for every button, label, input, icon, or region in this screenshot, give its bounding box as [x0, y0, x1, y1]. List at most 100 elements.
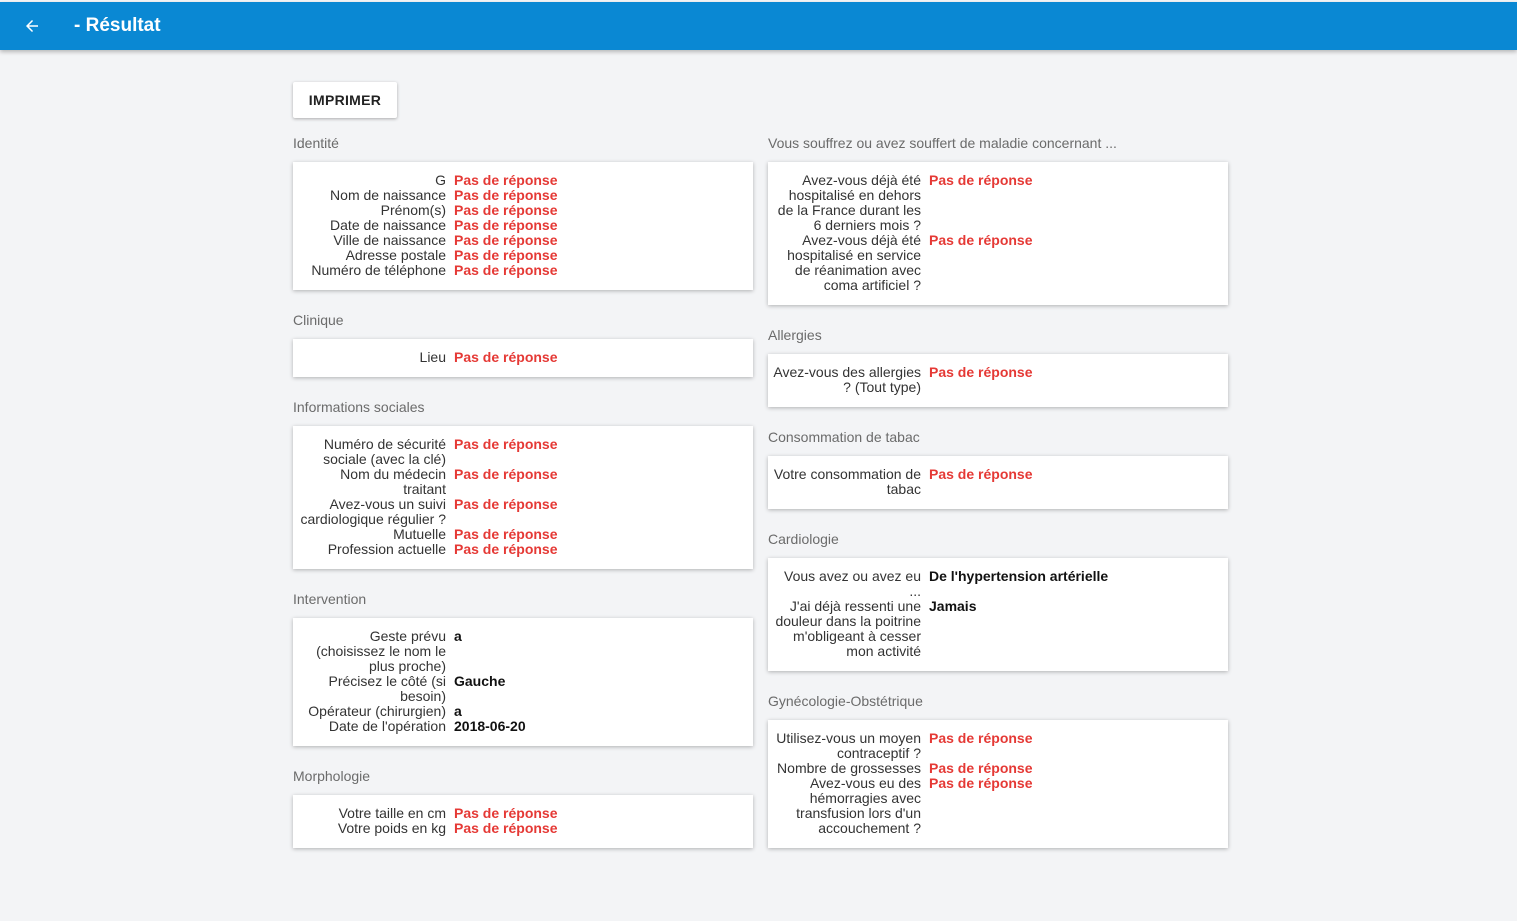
section-title-vous-souffrez-ou-avez-souffert-de-maladi: Vous souffrez ou avez souffert de maladi…	[768, 135, 1117, 151]
section-card-clinique: Lieu Pas de réponse	[293, 339, 753, 377]
question-label: Adresse postale	[345, 247, 446, 263]
question-label: Avez-vous déjà été hospitalisé en dehors…	[777, 172, 921, 233]
answer-row: Opérateur (chirurgien) a	[293, 704, 753, 719]
no-answer-value: Pas de réponse	[454, 349, 558, 365]
answer-value: De l'hypertension artérielle	[929, 568, 1109, 584]
answer-value: Jamais	[929, 598, 977, 614]
answer-row: Nombre de grossesses Pas de réponse	[768, 761, 1228, 776]
section-card-identite: G Pas de réponse Nom de naissance Pas de ré…	[293, 162, 753, 290]
answer-row: G Pas de réponse	[293, 173, 753, 188]
no-answer-value: Pas de réponse	[454, 247, 558, 263]
section-title-informations-sociales: Informations sociales	[293, 399, 425, 415]
section-card-gynecologie-obstetrique: Utilisez-vous un moyen contraceptif ? Pas…	[768, 720, 1228, 848]
question-label: Nom du médecin traitant	[340, 466, 446, 497]
question-label: G	[435, 172, 446, 188]
question-label: Numéro de téléphone	[311, 262, 446, 278]
answer-row: Avez-vous eu des hémorragies avec transf…	[768, 776, 1228, 836]
question-label: Avez-vous déjà été hospitalisé en servic…	[787, 232, 921, 293]
answer-row: Votre consommation de tabac Pas de répons…	[768, 467, 1228, 497]
answer-row: Votre taille en cm Pas de réponse	[293, 806, 753, 821]
answer-row: Date de l'opération 2018-06-20	[293, 719, 753, 734]
question-label: Opérateur (chirurgien)	[308, 703, 446, 719]
answer-row: Vous avez ou avez eu ... De l'hypertensio…	[768, 569, 1228, 599]
answer-row: Profession actuelle Pas de réponse	[293, 542, 753, 557]
question-label: Utilisez-vous un moyen contraceptif ?	[776, 730, 921, 761]
question-label: Nom de naissance	[330, 187, 446, 203]
section-card-cardiologie: Vous avez ou avez eu ... De l'hypertensio…	[768, 558, 1228, 671]
answer-row: Avez-vous déjà été hospitalisé en dehors…	[768, 173, 1228, 233]
answer-row: J'ai déjà ressenti une douleur dans la p…	[768, 599, 1228, 659]
section-title-intervention: Intervention	[293, 591, 367, 607]
no-answer-value: Pas de réponse	[929, 775, 1033, 791]
print-button[interactable]: IMPRIMER	[293, 82, 397, 118]
answer-row: Votre poids en kg Pas de réponse	[293, 821, 753, 836]
question-label: Votre poids en kg	[337, 820, 446, 836]
question-label: Votre consommation de tabac	[773, 466, 921, 497]
no-answer-value: Pas de réponse	[454, 466, 558, 482]
no-answer-value: Pas de réponse	[454, 187, 558, 203]
no-answer-value: Pas de réponse	[454, 232, 558, 248]
no-answer-value: Pas de réponse	[454, 496, 558, 512]
no-answer-value: Pas de réponse	[454, 436, 558, 452]
section-title-cardiologie: Cardiologie	[768, 531, 839, 547]
app-header: - Résultat	[0, 2, 1517, 50]
question-label: Avez-vous des allergies ? (Tout type)	[773, 364, 921, 395]
answer-row: Précisez le côté (si besoin) Gauche	[293, 674, 753, 704]
question-label: Mutuelle	[393, 526, 446, 542]
section-title-gynecologie-obstetrique: Gynécologie-Obstétrique	[768, 693, 923, 709]
answer-row: Avez-vous des allergies ? (Tout type) Pas…	[768, 365, 1228, 395]
back-button[interactable]	[20, 14, 44, 38]
section-card-vous-souffrez-ou-avez-souffert-de-maladi: Avez-vous déjà été hospitalisé en dehors…	[768, 162, 1228, 305]
no-answer-value: Pas de réponse	[929, 172, 1033, 188]
no-answer-value: Pas de réponse	[929, 730, 1033, 746]
section-card-consommation-de-tabac: Votre consommation de tabac Pas de répons…	[768, 456, 1228, 509]
left-column: Identité G Pas de réponse Nom de naissance P…	[293, 135, 753, 870]
question-label: Date de l'opération	[328, 718, 446, 734]
answer-row: Utilisez-vous un moyen contraceptif ? Pas…	[768, 731, 1228, 761]
question-label: Votre taille en cm	[338, 805, 446, 821]
answer-row: Mutuelle Pas de réponse	[293, 527, 753, 542]
answer-row: Geste prévu (choisissez le nom le plus p…	[293, 629, 753, 674]
no-answer-value: Pas de réponse	[454, 805, 558, 821]
question-label: Ville de naissance	[333, 232, 446, 248]
no-answer-value: Pas de réponse	[929, 232, 1033, 248]
answer-value: a	[454, 628, 462, 644]
question-label: Numéro de sécurité sociale (avec la clé)	[323, 436, 446, 467]
section-title-clinique: Clinique	[293, 312, 344, 328]
question-label: Avez-vous un suivi cardiologique régulie…	[300, 496, 446, 527]
no-answer-value: Pas de réponse	[454, 202, 558, 218]
answer-value: a	[454, 703, 462, 719]
answer-row: Lieu Pas de réponse	[293, 350, 753, 365]
answer-row: Avez-vous déjà été hospitalisé en servic…	[768, 233, 1228, 293]
question-label: Date de naissance	[330, 217, 446, 233]
question-label: Lieu	[419, 349, 446, 365]
answer-row: Ville de naissance Pas de réponse	[293, 233, 753, 248]
question-label: Geste prévu (choisissez le nom le plus p…	[316, 628, 446, 674]
answer-value: 2018-06-20	[454, 718, 526, 734]
no-answer-value: Pas de réponse	[929, 466, 1033, 482]
section-title-allergies: Allergies	[768, 327, 822, 343]
section-title-consommation-de-tabac: Consommation de tabac	[768, 429, 920, 445]
arrow-left-icon	[26, 20, 38, 32]
question-label: Prénom(s)	[380, 202, 446, 218]
answer-row: Nom du médecin traitant Pas de réponse	[293, 467, 753, 497]
right-column: Vous souffrez ou avez souffert de maladi…	[768, 135, 1228, 870]
answer-row: Prénom(s) Pas de réponse	[293, 203, 753, 218]
answer-value: Gauche	[454, 673, 506, 689]
section-card-informations-sociales: Numéro de sécurité sociale (avec la clé)…	[293, 426, 753, 569]
question-label: Profession actuelle	[327, 541, 446, 557]
section-card-morphologie: Votre taille en cm Pas de réponse Votre po…	[293, 795, 753, 848]
no-answer-value: Pas de réponse	[929, 760, 1033, 776]
no-answer-value: Pas de réponse	[454, 526, 558, 542]
section-title-morphologie: Morphologie	[293, 768, 371, 784]
question-label: Nombre de grossesses	[777, 760, 921, 776]
answer-row: Nom de naissance Pas de réponse	[293, 188, 753, 203]
question-label: Avez-vous eu des hémorragies avec transf…	[796, 775, 921, 836]
section-card-intervention: Geste prévu (choisissez le nom le plus p…	[293, 618, 753, 746]
no-answer-value: Pas de réponse	[454, 262, 558, 278]
no-answer-value: Pas de réponse	[454, 820, 558, 836]
answer-row: Date de naissance Pas de réponse	[293, 218, 753, 233]
page-title: - Résultat	[74, 15, 161, 36]
answer-row: Adresse postale Pas de réponse	[293, 248, 753, 263]
no-answer-value: Pas de réponse	[454, 172, 558, 188]
